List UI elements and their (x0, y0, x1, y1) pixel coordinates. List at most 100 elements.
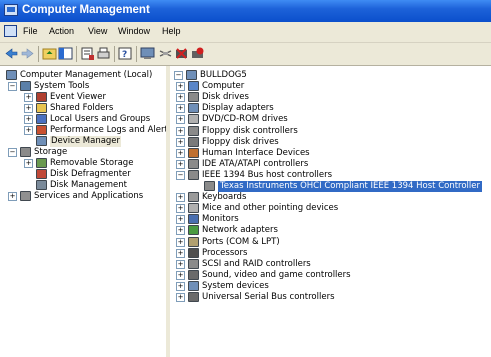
performance-icon (36, 125, 47, 135)
expand-toggle[interactable]: + (176, 148, 185, 158)
console-icon[interactable] (140, 46, 155, 61)
tree-item-label: Display adapters (202, 103, 274, 114)
menu-action[interactable]: Action (49, 26, 74, 36)
device-tree-pane[interactable]: − BULLDOG5 + Computer + Disk drives + Display a… (170, 66, 491, 357)
expand-toggle[interactable]: + (24, 115, 33, 124)
display-adapter-icon (188, 103, 199, 114)
tree-item-label: Universal Serial Bus controllers (202, 292, 335, 302)
tree-item-label: Services and Applications (34, 191, 144, 201)
floppy-controller-icon (188, 125, 199, 136)
uninstall-icon[interactable] (174, 46, 189, 61)
tree-item-label: BULLDOG5 (200, 70, 247, 80)
scsi-icon (188, 258, 199, 269)
tree-item-label: Storage (34, 147, 68, 157)
expand-toggle[interactable]: + (176, 204, 185, 214)
tree-item-label: DVD/CD-ROM drives (202, 114, 288, 125)
tree-item-label: Disk Defragmenter (50, 169, 131, 179)
expand-toggle[interactable]: + (176, 93, 185, 103)
ide-icon (188, 158, 199, 169)
collapse-toggle[interactable]: − (8, 82, 17, 91)
tree-item-label: Computer (202, 81, 245, 92)
tree-item-label: IEEE 1394 Bus host controllers (202, 169, 333, 180)
network-adapter-icon (188, 225, 199, 236)
tree-item-label: Performance Logs and Alerts (50, 125, 167, 135)
expand-toggle[interactable]: + (176, 104, 185, 114)
menu-file[interactable]: File (23, 26, 38, 36)
title-bar[interactable]: Computer Management (0, 0, 491, 22)
removable-storage-icon (36, 158, 47, 168)
scan-hardware-icon[interactable] (158, 46, 173, 61)
menu-window[interactable]: Window (118, 26, 150, 36)
expand-toggle[interactable]: + (24, 104, 33, 113)
ieee1394-device-icon (204, 181, 215, 191)
show-hide-tree-icon[interactable] (58, 46, 73, 61)
ports-icon (188, 236, 199, 247)
device-manager-icon (36, 136, 47, 146)
help-icon[interactable]: ? (118, 46, 133, 61)
floppy-drive-icon (188, 136, 199, 147)
system-devices-icon (188, 280, 199, 291)
expand-toggle[interactable]: + (176, 82, 185, 92)
menu-bar: File Action View Window Help (0, 22, 491, 43)
expand-toggle[interactable]: + (176, 215, 185, 225)
tree-item-label: Removable Storage (50, 158, 134, 168)
shared-folders-icon (36, 103, 47, 113)
tree-item-label: Ports (COM & LPT) (202, 236, 280, 247)
defragmenter-icon (36, 169, 47, 179)
expand-toggle[interactable]: + (176, 159, 185, 169)
expand-toggle[interactable]: + (176, 193, 185, 203)
tree-item-label: Computer Management (Local) (20, 70, 153, 80)
sound-icon (188, 269, 199, 280)
tree-item-label: Disk Management (50, 180, 127, 190)
back-arrow-icon[interactable] (4, 46, 19, 61)
collapse-toggle[interactable]: − (8, 148, 17, 157)
expand-toggle[interactable]: + (176, 293, 185, 302)
monitor-icon (188, 214, 199, 225)
expand-toggle[interactable]: + (8, 192, 17, 201)
collapse-toggle[interactable]: − (176, 170, 185, 180)
tree-item-label: Sound, video and game controllers (202, 269, 351, 280)
expand-toggle[interactable]: + (176, 126, 185, 136)
print-icon[interactable] (96, 46, 111, 61)
properties-icon[interactable] (80, 46, 95, 61)
users-icon (36, 114, 47, 124)
computer-icon (186, 70, 197, 80)
menu-help[interactable]: Help (162, 26, 181, 36)
expand-toggle[interactable]: + (176, 270, 185, 280)
hid-icon (188, 147, 199, 158)
system-menu-icon[interactable] (4, 25, 17, 37)
up-folder-icon[interactable] (42, 46, 57, 61)
menu-view[interactable]: View (88, 26, 107, 36)
tree-item-label: Event Viewer (50, 92, 106, 102)
toolbar: ? (0, 43, 491, 66)
collapse-toggle[interactable]: − (174, 71, 183, 80)
computer-management-app-icon (4, 4, 18, 16)
cdrom-icon (188, 114, 199, 125)
forward-arrow-icon[interactable] (20, 46, 35, 61)
expand-toggle[interactable]: + (176, 226, 185, 236)
expand-toggle[interactable]: + (176, 281, 185, 291)
expand-toggle[interactable]: + (24, 159, 33, 168)
tree-item-label: Local Users and Groups (50, 114, 151, 124)
expand-toggle[interactable]: + (176, 137, 185, 147)
expand-toggle[interactable]: + (176, 248, 185, 258)
console-tree-pane[interactable]: Computer Management (Local) − System Tools… (0, 66, 167, 357)
computer-icon (188, 81, 199, 92)
keyboard-icon (188, 192, 199, 203)
tree-item-label: System Tools (34, 81, 90, 91)
ieee1394-icon (188, 169, 199, 180)
tree-item-label: Mice and other pointing devices (202, 203, 339, 214)
window-title: Computer Management (22, 4, 150, 16)
expand-toggle[interactable]: + (176, 115, 185, 125)
expand-toggle[interactable]: + (24, 93, 33, 102)
expand-toggle[interactable]: + (176, 237, 185, 247)
usb-icon (188, 292, 199, 302)
expand-toggle[interactable]: + (176, 259, 185, 269)
expand-toggle[interactable]: + (24, 126, 33, 135)
computer-management-icon (6, 70, 17, 80)
disable-device-icon[interactable] (190, 46, 205, 61)
event-viewer-icon (36, 92, 47, 102)
tree-item-label: Shared Folders (50, 103, 114, 113)
mouse-icon (188, 203, 199, 214)
storage-icon (20, 147, 31, 157)
